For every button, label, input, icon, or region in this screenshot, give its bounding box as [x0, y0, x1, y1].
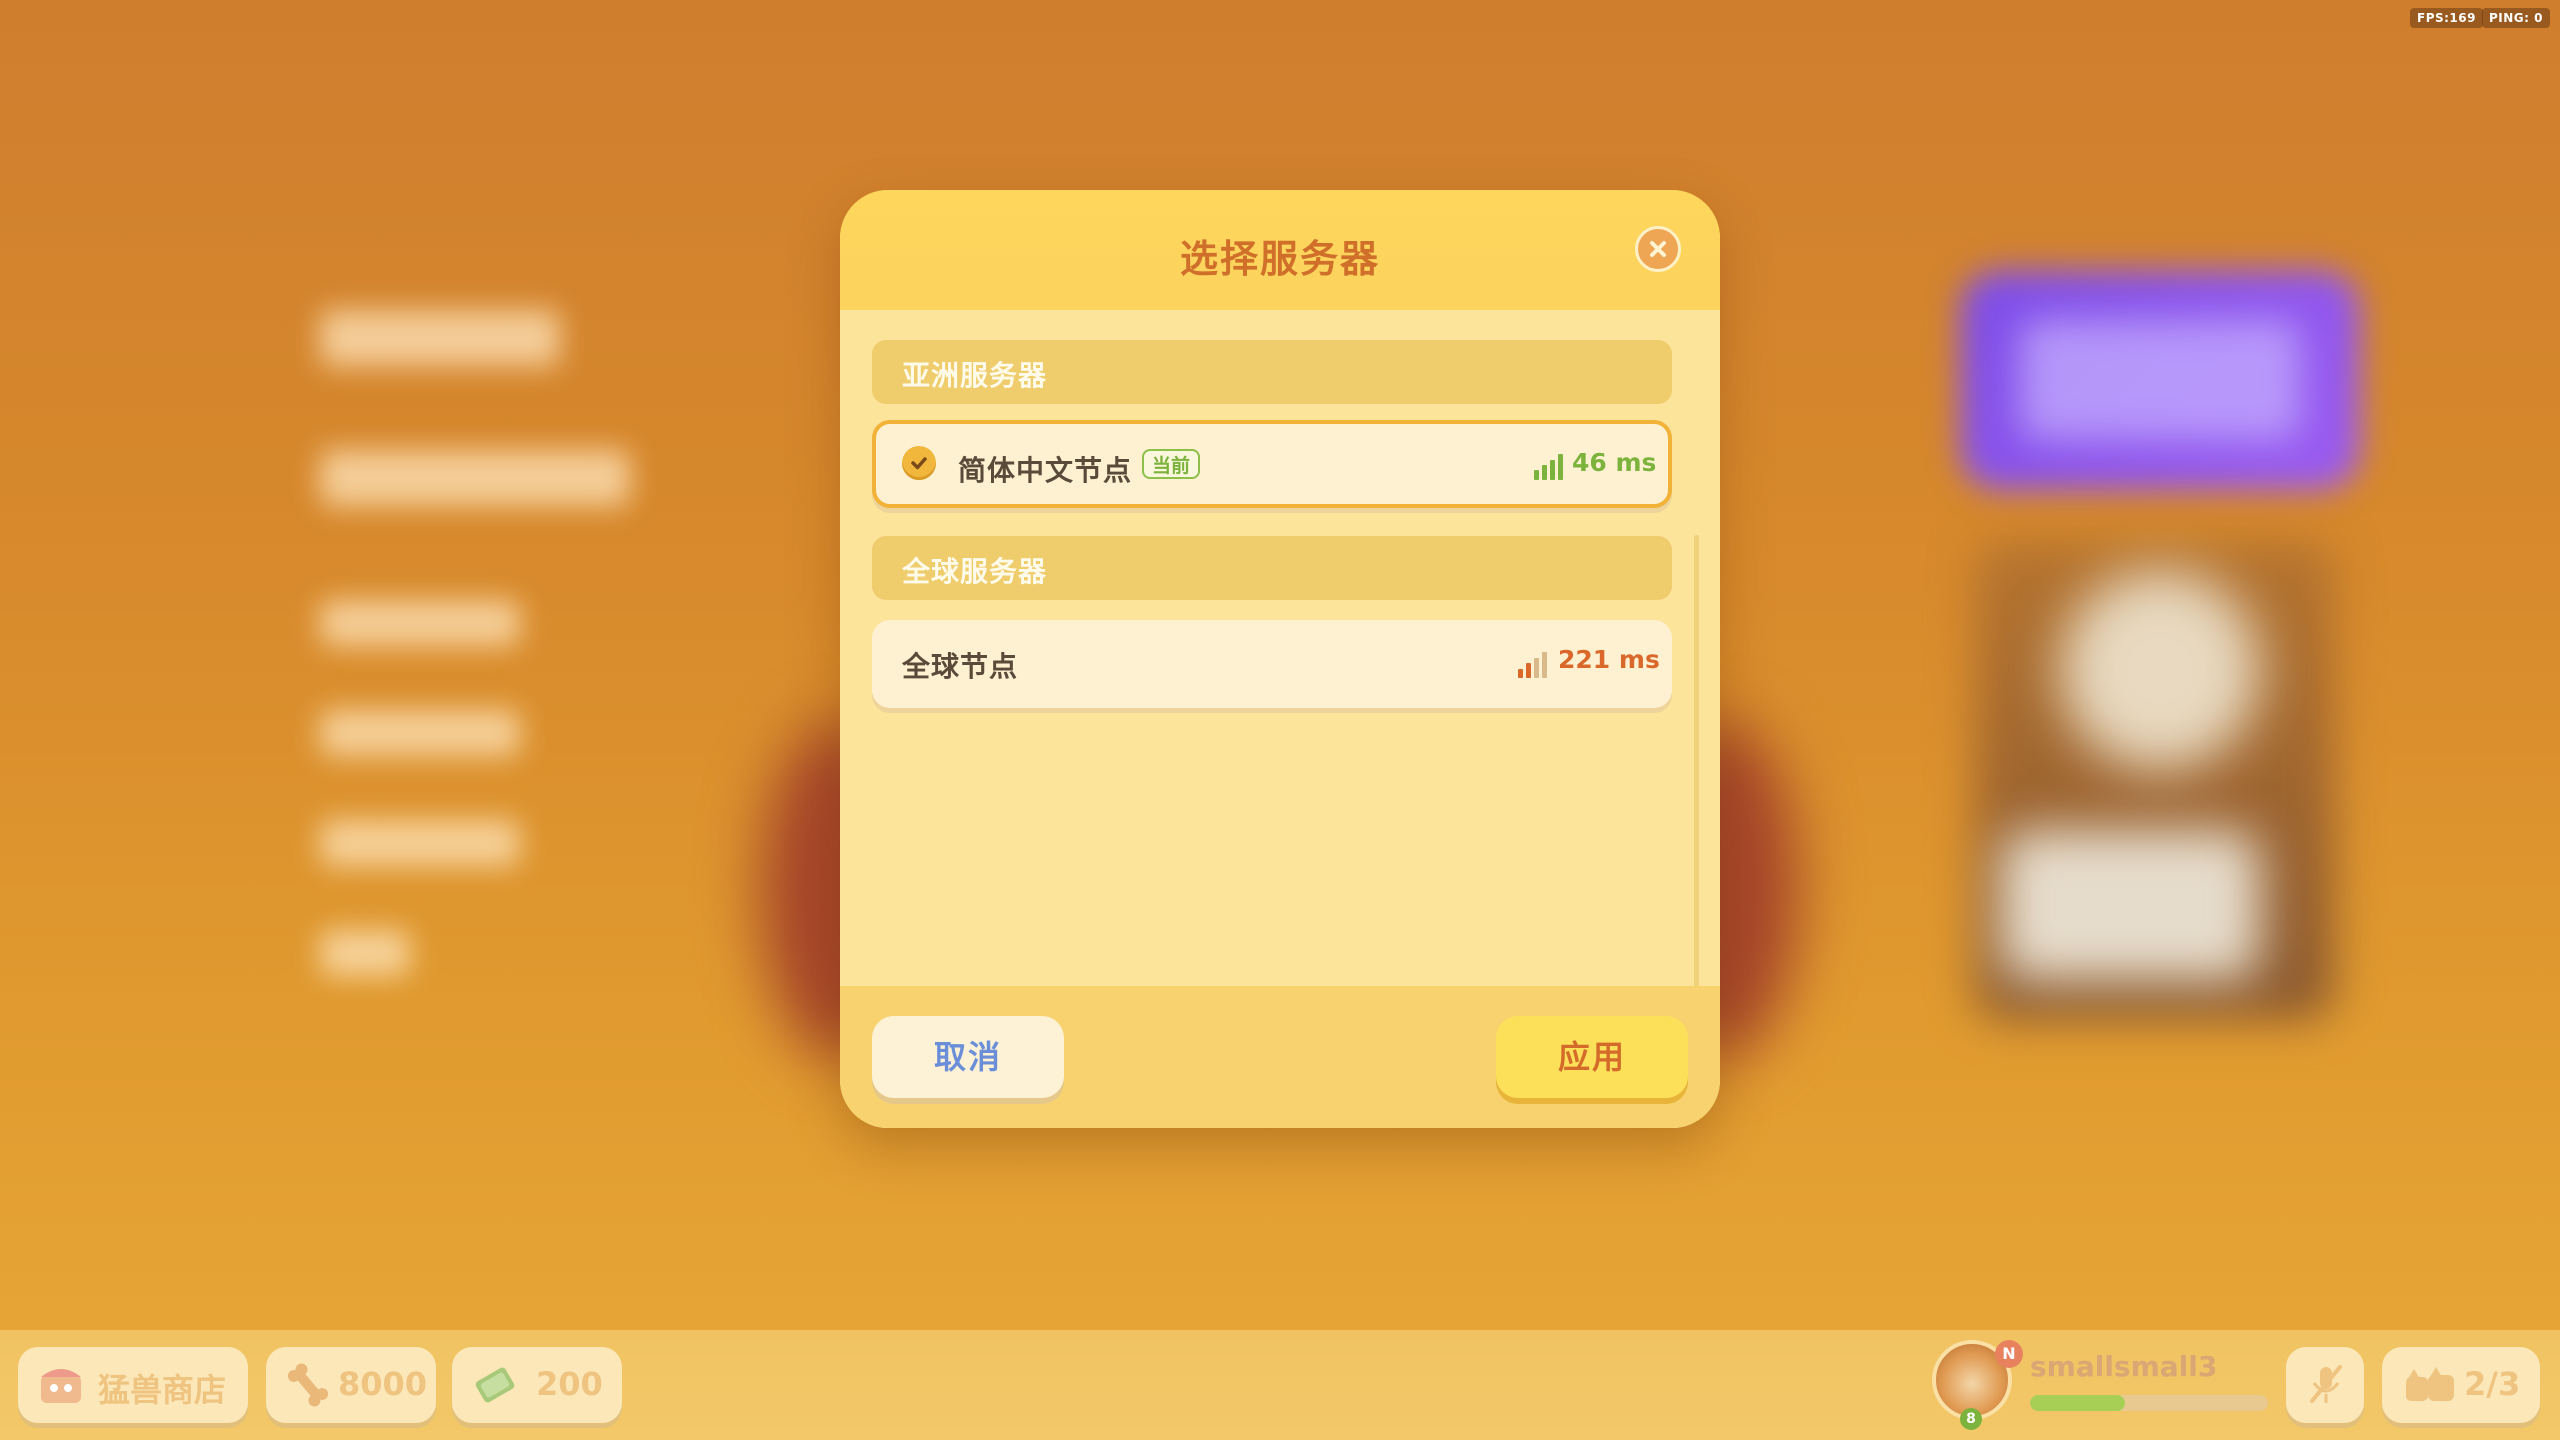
bone-icon: [287, 1363, 329, 1407]
current-badge: 当前: [1142, 449, 1201, 479]
server-name: 简体中文节点: [958, 454, 1133, 487]
cancel-button[interactable]: 取消: [872, 1016, 1064, 1098]
ping-counter: PING: 0: [2482, 8, 2550, 28]
party-icon: [2406, 1367, 2454, 1401]
new-badge: N: [1995, 1340, 2023, 1368]
party-count: 2/3: [2464, 1365, 2521, 1403]
dialog-header: 选择服务器: [840, 190, 1720, 310]
server-row-global[interactable]: 全球节点 221 ms: [872, 620, 1672, 708]
apply-button[interactable]: 应用: [1496, 1016, 1688, 1098]
close-button[interactable]: [1635, 226, 1681, 272]
shop-button[interactable]: 猛兽商店: [18, 1347, 248, 1423]
dialog-title: 选择服务器: [1179, 237, 1380, 281]
xp-fill: [2030, 1395, 2126, 1411]
signal-icon: [1518, 650, 1550, 678]
check-icon: [902, 446, 936, 480]
mic-toggle-button[interactable]: [2286, 1347, 2364, 1423]
section-label: 亚洲服务器: [902, 359, 1048, 392]
xp-bar: [2030, 1395, 2268, 1411]
section-label: 全球服务器: [902, 555, 1048, 588]
party-button[interactable]: 2/3: [2382, 1347, 2540, 1423]
latency: 46 ms: [1572, 448, 1657, 477]
shop-icon: [41, 1369, 81, 1403]
server-name: 全球节点: [902, 650, 1019, 683]
player-level: 8: [1960, 1408, 1982, 1430]
server-row-cn[interactable]: 简体中文节点 当前 46 ms: [872, 420, 1672, 508]
bones-currency[interactable]: 8000: [266, 1347, 436, 1423]
cash-icon: [475, 1367, 515, 1403]
section-global: 全球服务器: [872, 536, 1672, 600]
bones-count: 8000: [338, 1365, 428, 1403]
fps-counter: FPS:169: [2410, 8, 2483, 28]
cash-currency[interactable]: 200: [452, 1347, 622, 1423]
cash-count: 200: [536, 1365, 603, 1403]
section-asia: 亚洲服务器: [872, 340, 1672, 404]
mic-muted-icon: [2310, 1365, 2342, 1403]
shop-label: 猛兽商店: [98, 1371, 227, 1409]
close-icon: [1650, 241, 1666, 257]
latency: 221 ms: [1558, 645, 1660, 674]
signal-icon: [1534, 452, 1566, 480]
background-menu: [300, 290, 680, 1010]
server-select-dialog: 选择服务器 亚洲服务器 简体中文节点 当前 46 ms 全球服务器 全球节点 2…: [840, 190, 1720, 1128]
player-name: smallsmall3: [2030, 1350, 2218, 1383]
